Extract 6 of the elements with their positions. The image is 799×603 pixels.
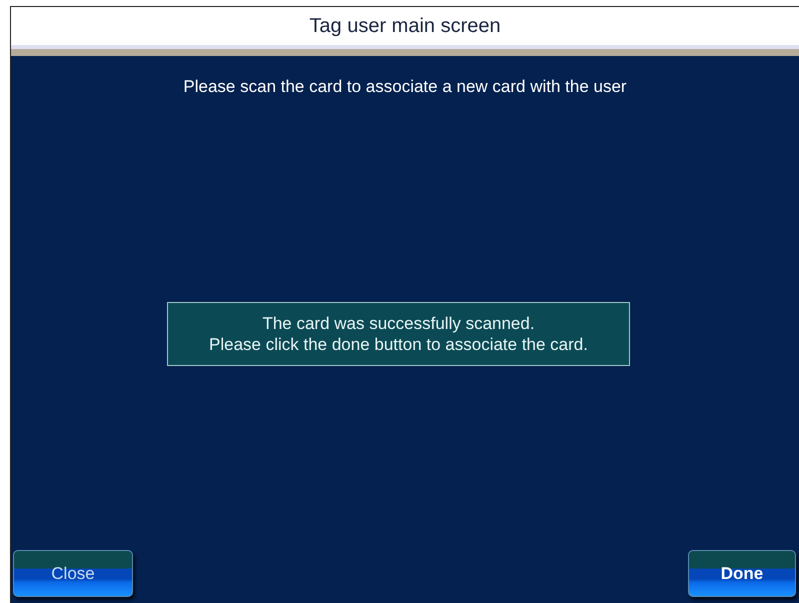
done-button[interactable]: Done — [688, 550, 796, 597]
message-text: The card was successfully scanned. — [262, 312, 535, 334]
instruction-text: Please scan the card to associate a new card with the user — [183, 76, 627, 98]
window-title: Tag user main screen — [309, 14, 501, 39]
message-text: Please click the done button to associate the card. — [209, 334, 588, 354]
close-button[interactable]: Close — [13, 550, 133, 597]
